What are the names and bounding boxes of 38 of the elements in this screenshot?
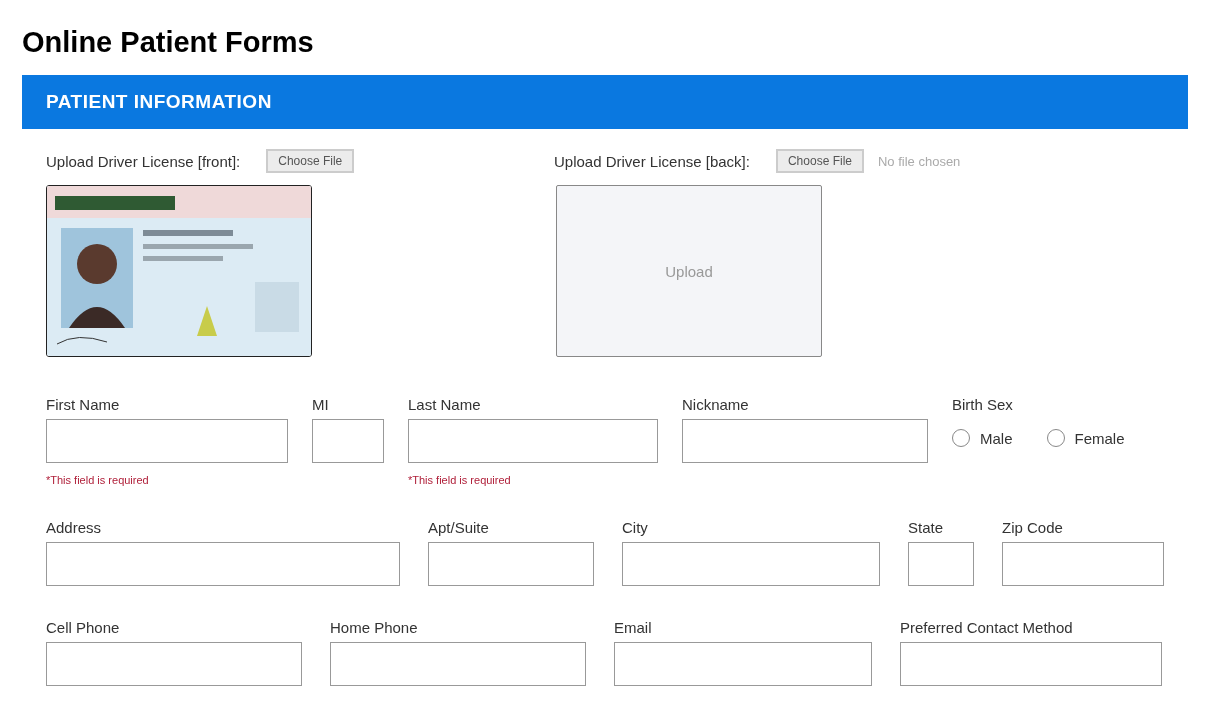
- radio-label[interactable]: Female: [1074, 429, 1125, 447]
- input-field[interactable]: [900, 642, 1162, 686]
- input-field[interactable]: [908, 542, 974, 586]
- field-label: Address: [46, 517, 103, 538]
- upload-label: Upload Driver License [front]:: [46, 152, 241, 170]
- field-label: Last Name: [408, 394, 482, 415]
- field-label: Zip Code: [1002, 517, 1064, 538]
- input-field[interactable]: [46, 642, 302, 686]
- section-title: PATIENT INFORMATION: [46, 91, 272, 113]
- input-field[interactable]: [1002, 542, 1164, 586]
- field-label: State: [908, 517, 945, 538]
- choose-file-button[interactable]: Choose File: [775, 149, 864, 173]
- choose-file-button[interactable]: Choose File: [266, 149, 355, 173]
- field-label: Birth Sex: [952, 394, 1014, 415]
- field-label: Cell Phone: [46, 617, 121, 638]
- field-label: Preferred Contact Method: [900, 617, 1074, 638]
- field-label: Apt/Suite: [428, 517, 490, 538]
- input-field[interactable]: [428, 542, 594, 586]
- radio-label[interactable]: Male: [980, 429, 1013, 447]
- input-field[interactable]: [330, 642, 586, 686]
- upload-label: Upload Driver License [back]:: [554, 152, 750, 170]
- input-field[interactable]: [614, 642, 872, 686]
- error-message: *This field is required: [46, 474, 150, 486]
- file-status: No file chosen: [877, 153, 961, 169]
- input-field[interactable]: [408, 419, 658, 463]
- input-field[interactable]: [312, 419, 384, 463]
- field-label: MI: [312, 394, 330, 415]
- input-field[interactable]: [622, 542, 880, 586]
- input-field[interactable]: [46, 542, 400, 586]
- page-title: Online Patient Forms: [22, 26, 314, 59]
- field-label: Nickname: [682, 394, 750, 415]
- error-message: *This field is required: [408, 474, 512, 486]
- input-field[interactable]: [46, 419, 288, 463]
- field-label: Email: [614, 617, 653, 638]
- field-label: City: [622, 517, 649, 538]
- field-label: Home Phone: [330, 617, 419, 638]
- input-field[interactable]: [682, 419, 928, 463]
- field-label: First Name: [46, 394, 121, 415]
